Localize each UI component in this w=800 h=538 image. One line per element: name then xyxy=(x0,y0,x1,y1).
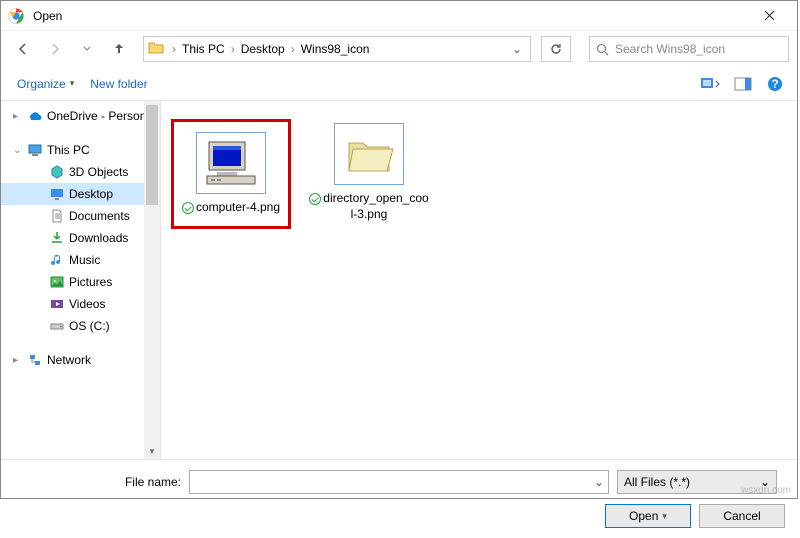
network-icon xyxy=(27,352,43,368)
open-button[interactable]: Open▾ xyxy=(605,504,691,528)
up-button[interactable] xyxy=(105,35,133,63)
svg-text:?: ? xyxy=(771,77,778,91)
chevron-icon[interactable]: ⌄ xyxy=(13,145,23,156)
sidebar-item-videos[interactable]: Videos xyxy=(1,293,160,315)
address-bar[interactable]: › This PC › Desktop › Wins98_icon ⌄ xyxy=(143,36,531,62)
sidebar-item-3d-objects[interactable]: 3D Objects xyxy=(1,161,160,183)
sync-ok-icon xyxy=(182,202,194,214)
file-computer-4-png[interactable]: computer-4.png xyxy=(171,119,291,229)
recent-dropdown[interactable] xyxy=(73,35,101,63)
body: ▸ OneDrive - Person ⌄ This PC 3D Objects Desk… xyxy=(1,101,797,459)
scroll-thumb[interactable] xyxy=(146,105,158,205)
folder-icon xyxy=(148,40,166,58)
view-button[interactable] xyxy=(697,72,725,96)
watermark: wsxdn.com xyxy=(741,485,791,496)
toolbar: Organize ▾ New folder ? xyxy=(1,67,797,101)
organize-button[interactable]: Organize ▾ xyxy=(9,73,82,95)
pictures-icon xyxy=(49,274,65,290)
chevron-right-icon: › xyxy=(170,42,178,56)
sidebar-item-label: Desktop xyxy=(69,187,113,201)
cancel-button[interactable]: Cancel xyxy=(699,504,785,528)
sidebar-item-this-pc[interactable]: ⌄ This PC xyxy=(1,139,160,161)
breadcrumb-this-pc[interactable]: This PC xyxy=(178,38,229,60)
file-thumbnail xyxy=(334,123,404,185)
sidebar-item-label: Music xyxy=(69,253,100,267)
window-title: Open xyxy=(33,9,747,23)
filename-input[interactable]: ⌄ xyxy=(189,470,609,494)
chrome-icon xyxy=(7,7,25,25)
pc-icon xyxy=(27,142,43,158)
sidebar-item-desktop[interactable]: Desktop xyxy=(1,183,160,205)
chevron-icon[interactable]: ▸ xyxy=(13,111,23,122)
sidebar-item-label: 3D Objects xyxy=(69,165,128,179)
sidebar-item-music[interactable]: Music xyxy=(1,249,160,271)
close-button[interactable] xyxy=(747,2,791,30)
sidebar-item-label: OS (C:) xyxy=(69,319,110,333)
help-button[interactable]: ? xyxy=(761,72,789,96)
chevron-icon[interactable]: ▸ xyxy=(13,355,23,366)
forward-button[interactable] xyxy=(41,35,69,63)
scroll-down-icon[interactable]: ▾ xyxy=(144,443,160,459)
titlebar: Open xyxy=(1,1,797,31)
documents-icon xyxy=(49,208,65,224)
sidebar-item-label: Network xyxy=(47,353,91,367)
sidebar-item-label: This PC xyxy=(47,143,90,157)
sidebar-item-onedrive-person[interactable]: ▸ OneDrive - Person xyxy=(1,105,160,127)
sidebar-item-label: Videos xyxy=(69,297,105,311)
breadcrumb-current[interactable]: Wins98_icon xyxy=(297,38,374,60)
onedrive-icon xyxy=(27,108,43,124)
caret-down-icon: ▾ xyxy=(70,78,75,89)
file-name-label: computer-4.png xyxy=(182,200,280,216)
file-pane[interactable]: computer-4.png directory_open_cool-3.png xyxy=(161,101,797,459)
sidebar-item-os-c-[interactable]: OS (C:) xyxy=(1,315,160,337)
file-name-label: directory_open_cool-3.png xyxy=(309,191,429,222)
sidebar-item-downloads[interactable]: Downloads xyxy=(1,227,160,249)
chevron-right-icon: › xyxy=(229,42,237,56)
file-directory-open-cool-3-png[interactable]: directory_open_cool-3.png xyxy=(309,119,429,222)
sidebar-item-documents[interactable]: Documents xyxy=(1,205,160,227)
desktop-icon xyxy=(49,186,65,202)
split-caret-icon[interactable]: ▾ xyxy=(662,511,667,522)
music-icon xyxy=(49,252,65,268)
sidebar-item-label: Downloads xyxy=(69,231,128,245)
sidebar-item-label: OneDrive - Person xyxy=(47,109,146,123)
back-button[interactable] xyxy=(9,35,37,63)
refresh-button[interactable] xyxy=(541,36,571,62)
breadcrumb-desktop[interactable]: Desktop xyxy=(237,38,289,60)
address-dropdown[interactable]: ⌄ xyxy=(508,42,526,56)
footer: File name: ⌄ All Files (*.*) ⌄ Open▾ Can… xyxy=(1,459,797,538)
sidebar-item-label: Documents xyxy=(69,209,130,223)
drive-icon xyxy=(49,318,65,334)
sidebar-scrollbar[interactable]: ▴ ▾ xyxy=(144,101,160,459)
sidebar-item-label: Pictures xyxy=(69,275,112,289)
navbar: › This PC › Desktop › Wins98_icon ⌄ Sear… xyxy=(1,31,797,67)
preview-pane-button[interactable] xyxy=(729,72,757,96)
sidebar: ▸ OneDrive - Person ⌄ This PC 3D Objects Desk… xyxy=(1,101,161,459)
search-placeholder: Search Wins98_icon xyxy=(615,42,725,56)
open-dialog: Open › This PC › Desktop › Wins98_icon ⌄… xyxy=(0,0,798,499)
3d-icon xyxy=(49,164,65,180)
sidebar-item-pictures[interactable]: Pictures xyxy=(1,271,160,293)
filename-label: File name: xyxy=(101,475,181,489)
search-icon xyxy=(596,43,609,56)
search-input[interactable]: Search Wins98_icon xyxy=(589,36,789,62)
downloads-icon xyxy=(49,230,65,246)
chevron-right-icon: › xyxy=(289,42,297,56)
file-thumbnail xyxy=(196,132,266,194)
sync-ok-icon xyxy=(309,193,321,205)
filename-drop-icon[interactable]: ⌄ xyxy=(594,475,604,489)
sidebar-item-network[interactable]: ▸ Network xyxy=(1,349,160,371)
new-folder-button[interactable]: New folder xyxy=(82,73,155,95)
videos-icon xyxy=(49,296,65,312)
